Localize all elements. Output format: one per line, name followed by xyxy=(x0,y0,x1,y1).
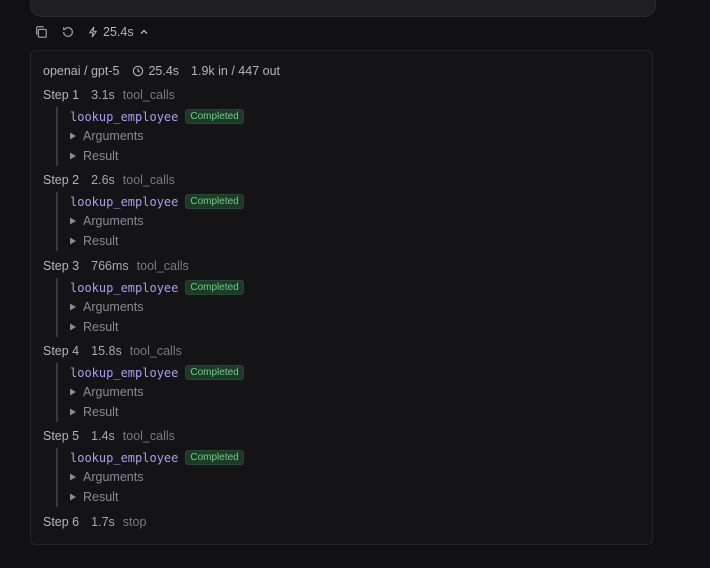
status-badge: Completed xyxy=(185,365,244,380)
token-usage: 1.9k in / 447 out xyxy=(191,64,280,78)
tool-name: lookup_employee xyxy=(70,365,179,380)
step-type: tool_calls xyxy=(122,88,175,102)
bolt-icon xyxy=(89,26,97,38)
caret-right-icon xyxy=(70,132,76,140)
caret-right-icon xyxy=(70,152,76,160)
chevron-up-icon xyxy=(140,29,148,34)
caret-right-icon xyxy=(70,323,76,331)
step-label: Step 6 xyxy=(43,515,80,529)
status-badge: Completed xyxy=(185,194,244,209)
message-card xyxy=(30,0,656,17)
clock-icon xyxy=(133,65,144,77)
tool-call: lookup_employee Completed Arguments Resu… xyxy=(56,107,370,166)
result-toggle[interactable]: Result xyxy=(69,146,370,166)
step-type: tool_calls xyxy=(129,344,182,358)
result-toggle[interactable]: Result xyxy=(69,487,370,507)
step-type: tool_calls xyxy=(122,429,175,443)
result-label: Result xyxy=(83,320,119,334)
result-toggle[interactable]: Result xyxy=(69,231,370,251)
caret-right-icon xyxy=(70,408,76,416)
result-toggle[interactable]: Result xyxy=(69,402,370,422)
step-label: Step 1 xyxy=(43,88,80,102)
tool-call: lookup_employee Completed Arguments Resu… xyxy=(56,363,370,422)
trace-panel: openai / gpt-5 25.4s 1.9k in / 447 out S… xyxy=(30,50,653,545)
step-label: Step 2 xyxy=(43,173,80,187)
step: Step 6 1.7s stop xyxy=(43,513,146,531)
caret-right-icon xyxy=(70,237,76,245)
step-time: 2.6s xyxy=(91,173,115,187)
trace-header: openai / gpt-5 25.4s 1.9k in / 447 out xyxy=(43,64,280,78)
step: Step 3 766ms tool_calls lookup_employee … xyxy=(43,257,370,337)
status-badge: Completed xyxy=(185,109,244,124)
arguments-label: Arguments xyxy=(83,300,144,314)
step-time: 1.7s xyxy=(91,515,115,529)
tool-name: lookup_employee xyxy=(70,450,179,465)
step-type: stop xyxy=(122,515,147,529)
arguments-toggle[interactable]: Arguments xyxy=(69,467,370,487)
arguments-label: Arguments xyxy=(83,470,144,484)
tool-call: lookup_employee Completed Arguments Resu… xyxy=(56,278,370,337)
step-time: 766ms xyxy=(91,259,129,273)
copy-icon[interactable] xyxy=(34,25,48,39)
caret-right-icon xyxy=(70,303,76,311)
result-label: Result xyxy=(83,234,119,248)
step-time: 15.8s xyxy=(91,344,122,358)
arguments-label: Arguments xyxy=(83,214,144,228)
arguments-label: Arguments xyxy=(83,129,144,143)
tool-call: lookup_employee Completed Arguments Resu… xyxy=(56,448,370,507)
step-type: tool_calls xyxy=(122,173,175,187)
result-label: Result xyxy=(83,149,119,163)
arguments-toggle[interactable]: Arguments xyxy=(69,126,370,146)
arguments-label: Arguments xyxy=(83,385,144,399)
result-label: Result xyxy=(83,490,119,504)
caret-right-icon xyxy=(70,217,76,225)
model-name: openai / gpt-5 xyxy=(43,64,120,78)
step: Step 5 1.4s tool_calls lookup_employee C… xyxy=(43,427,370,507)
step-type: tool_calls xyxy=(136,259,189,273)
status-badge: Completed xyxy=(185,280,244,295)
arguments-toggle[interactable]: Arguments xyxy=(69,211,370,231)
step-time: 1.4s xyxy=(91,429,115,443)
tool-name: lookup_employee xyxy=(70,280,179,295)
tool-name: lookup_employee xyxy=(70,194,179,209)
message-toolbar: 25.4s xyxy=(34,23,149,41)
tool-name: lookup_employee xyxy=(70,109,179,124)
caret-right-icon xyxy=(70,388,76,396)
result-toggle[interactable]: Result xyxy=(69,317,370,337)
regenerate-icon[interactable] xyxy=(61,25,75,39)
step-time: 3.1s xyxy=(91,88,115,102)
duration-label: 25.4s xyxy=(103,25,134,39)
arguments-toggle[interactable]: Arguments xyxy=(69,382,370,402)
step: Step 1 3.1s tool_calls lookup_employee C… xyxy=(43,86,370,166)
arguments-toggle[interactable]: Arguments xyxy=(69,297,370,317)
status-badge: Completed xyxy=(185,450,244,465)
caret-right-icon xyxy=(70,473,76,481)
step-label: Step 5 xyxy=(43,429,80,443)
step-label: Step 4 xyxy=(43,344,80,358)
total-duration: 25.4s xyxy=(148,64,180,78)
result-label: Result xyxy=(83,405,119,419)
tool-call: lookup_employee Completed Arguments Resu… xyxy=(56,192,370,251)
step: Step 2 2.6s tool_calls lookup_employee C… xyxy=(43,171,370,251)
step: Step 4 15.8s tool_calls lookup_employee … xyxy=(43,342,370,422)
trace-toggle-button[interactable]: 25.4s xyxy=(87,25,149,39)
step-label: Step 3 xyxy=(43,259,80,273)
caret-right-icon xyxy=(70,493,76,501)
